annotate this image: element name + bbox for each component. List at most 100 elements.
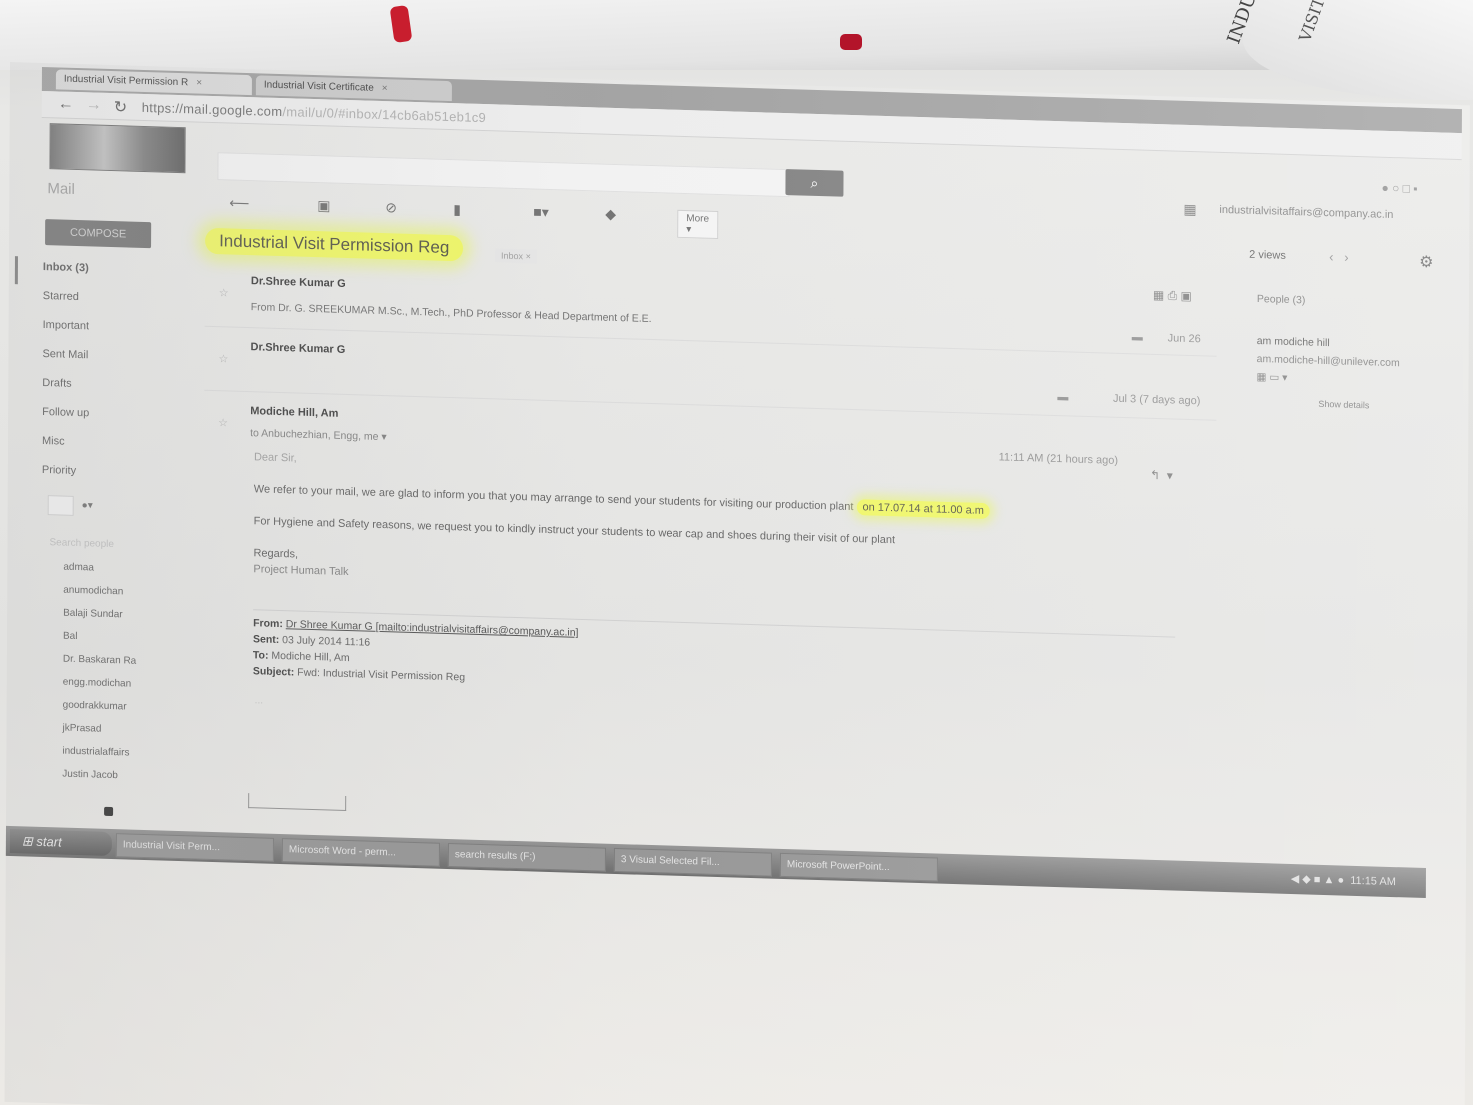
message-date: 11:11 AM (21 hours ago) (998, 451, 1119, 467)
sidebar-item-misc[interactable]: Misc (42, 435, 182, 468)
show-trimmed-content-button[interactable]: ... (255, 695, 263, 706)
close-icon[interactable]: × (196, 78, 202, 89)
star-icon[interactable]: ☆ (218, 416, 230, 430)
photo-background: INDU VISIT Industrial Visit Permission R… (0, 0, 1473, 1105)
more-button[interactable]: More ▾ (677, 209, 719, 240)
quote-sent: Sent: 03 July 2014 11:16 (253, 633, 370, 648)
reply-icon[interactable]: ↰ ▾ (1150, 468, 1173, 483)
archive-icon[interactable]: ▣ (317, 197, 330, 214)
back-to-inbox-icon[interactable]: ⟵ (229, 195, 249, 213)
label-tag-icon[interactable]: ◆ (605, 206, 616, 223)
forward-icon[interactable]: → (86, 96, 102, 114)
red-bookmark-tab (840, 34, 862, 50)
start-label: start (36, 833, 62, 850)
attachment-icon: ▬ (1057, 391, 1069, 404)
quote-to-label: To: (252, 649, 269, 662)
tray-clock: 11:15 AM (1350, 874, 1396, 889)
contact-actions-icon[interactable]: ▦ ▭ ▾ (1256, 371, 1287, 384)
url-field[interactable]: https://mail.google.com/mail/u/0/#inbox/… (142, 100, 486, 125)
person-name: am modiche hill (1256, 335, 1330, 350)
report-spam-icon[interactable]: ⊘ (385, 199, 397, 216)
message-date: Jun 26 (1167, 332, 1201, 346)
book-spine-curve (1243, 0, 1473, 100)
people-label[interactable]: People (3) (1257, 293, 1306, 306)
message-date: Jul 3 (7 days ago) (1112, 392, 1201, 408)
url-host: https://mail.google.com (141, 99, 283, 120)
tray-icons[interactable]: ◀ ◆ ■ ▲ ● (1291, 873, 1350, 887)
sidebar-item-starred[interactable]: Starred (43, 290, 183, 323)
attachment-icon: ▬ (1131, 331, 1143, 344)
close-icon[interactable]: × (382, 83, 388, 94)
delete-icon[interactable]: ▮ (453, 201, 461, 218)
company-logo (49, 123, 186, 174)
search-button[interactable]: ⌕ (785, 169, 844, 197)
quote-subject-value: Fwd: Industrial Visit Permission Reg (297, 666, 466, 684)
quote-to: To: Modiche Hill, Am (253, 649, 350, 664)
quote-to-value: Modiche Hill, Am (271, 649, 350, 665)
show-details-link[interactable]: Show details (1318, 399, 1369, 411)
message-body-line-1: We refer to your mail, we are glad to in… (254, 483, 991, 520)
gear-icon[interactable]: ⚙ (1419, 252, 1433, 272)
reply-box[interactable] (248, 793, 347, 811)
contact-list: admaa anumodichan Balaji Sundar Bal Dr. … (62, 562, 183, 796)
search-icon: ⌕ (810, 174, 819, 191)
search-input[interactable] (217, 152, 790, 198)
sidebar-item-priority[interactable]: Priority (42, 464, 182, 497)
paper-shading (4, 62, 1470, 1105)
reload-icon[interactable]: ↻ (114, 97, 128, 117)
taskbar-item[interactable]: Microsoft Word - perm... (281, 838, 440, 867)
sidebar-item-drafts[interactable]: Drafts (42, 377, 182, 410)
taskbar-item[interactable]: 3 Visual Selected Fil... (613, 847, 772, 877)
windows-taskbar: ⊞ start Industrial Visit Perm... Microso… (5, 825, 1426, 899)
quote-from-label: From: (253, 617, 283, 631)
compose-button[interactable]: COMPOSE (45, 219, 152, 249)
taskbar-item[interactable]: Industrial Visit Perm... (115, 833, 274, 862)
message-regards: Regards, (253, 547, 299, 561)
status-dot-icon (104, 806, 114, 817)
recipients-line[interactable]: to Anbuchezhian, Engg, me ▾ (250, 427, 387, 443)
back-icon[interactable]: ← (58, 95, 74, 113)
right-panel: 2 views ‹ › ⚙ People (3) am modiche hill… (1249, 249, 1449, 411)
chevron-down-icon[interactable]: ●▾ (82, 500, 93, 511)
folder-list: Inbox (3) Starred Important Sent Mail Dr… (42, 261, 183, 497)
sidebar-item-inbox[interactable]: Inbox (3) (43, 261, 183, 294)
chat-status-button[interactable] (47, 495, 74, 516)
system-tray: ◀ ◆ ■ ▲ ● 11:15 AM (1291, 872, 1396, 888)
conversation-count: 2 views (1249, 248, 1286, 262)
label-chip[interactable]: Inbox × (495, 248, 537, 264)
taskbar-item[interactable]: search results (F:) (447, 843, 606, 872)
message-snippet: From Dr. G. SREEKUMAR M.Sc., M.Tech., Ph… (250, 301, 652, 326)
quote-subject: Subject: Fwd: Industrial Visit Permissio… (253, 665, 465, 683)
message-sender: Dr.Shree Kumar G (250, 341, 346, 356)
thread-subject: Industrial Visit Permission Reg (205, 227, 464, 262)
start-button[interactable]: ⊞ start (9, 829, 112, 857)
quote-sent-value: 03 July 2014 11:16 (282, 634, 371, 649)
mail-menu-label[interactable]: Mail (47, 180, 75, 198)
contact-item[interactable]: Justin Jacob (62, 769, 182, 796)
selected-folder-marker (14, 256, 18, 285)
quote-sent-label: Sent: (252, 633, 280, 646)
highlighted-date: on 17.07.14 at 11.00 a.m (856, 499, 991, 520)
apps-grid-icon[interactable]: ▦ (1183, 201, 1196, 218)
chevron-left-right-icon[interactable]: ‹ › (1329, 249, 1349, 265)
message-signature: Project Human Talk (253, 563, 349, 579)
printed-screenshot-sheet: Industrial Visit Permission R × Industria… (4, 62, 1470, 1105)
url-path: /mail/u/0/#inbox/14cb6ab51eb1c9 (282, 104, 487, 126)
message-body-line-2: For Hygiene and Safety reasons, we reque… (253, 515, 896, 547)
contacts-search-label[interactable]: Search people (49, 537, 114, 550)
taskbar-item[interactable]: Microsoft PowerPoint... (779, 852, 938, 882)
tab-label: Industrial Visit Permission R (63, 73, 189, 89)
message-sender: Modiche Hill, Am (250, 405, 339, 420)
folder-move-icon[interactable]: ■▾ (533, 204, 549, 221)
window-controls-icon[interactable]: ● ○ □ ▪ (1381, 181, 1417, 196)
sidebar-item-important[interactable]: Important (43, 319, 183, 352)
quote-subject-label: Subject: (252, 665, 295, 679)
sidebar-item-sent[interactable]: Sent Mail (42, 348, 182, 381)
person-email[interactable]: am.modiche-hill@unilever.com (1257, 353, 1400, 369)
star-icon[interactable]: ☆ (219, 286, 231, 300)
star-icon[interactable]: ☆ (218, 352, 230, 366)
label-chip-text: Inbox (501, 250, 524, 262)
account-email[interactable]: industrialvisitaffairs@company.ac.in (1219, 204, 1393, 221)
sidebar-item-follow-up[interactable]: Follow up (42, 406, 182, 439)
more-label: More (686, 213, 710, 225)
